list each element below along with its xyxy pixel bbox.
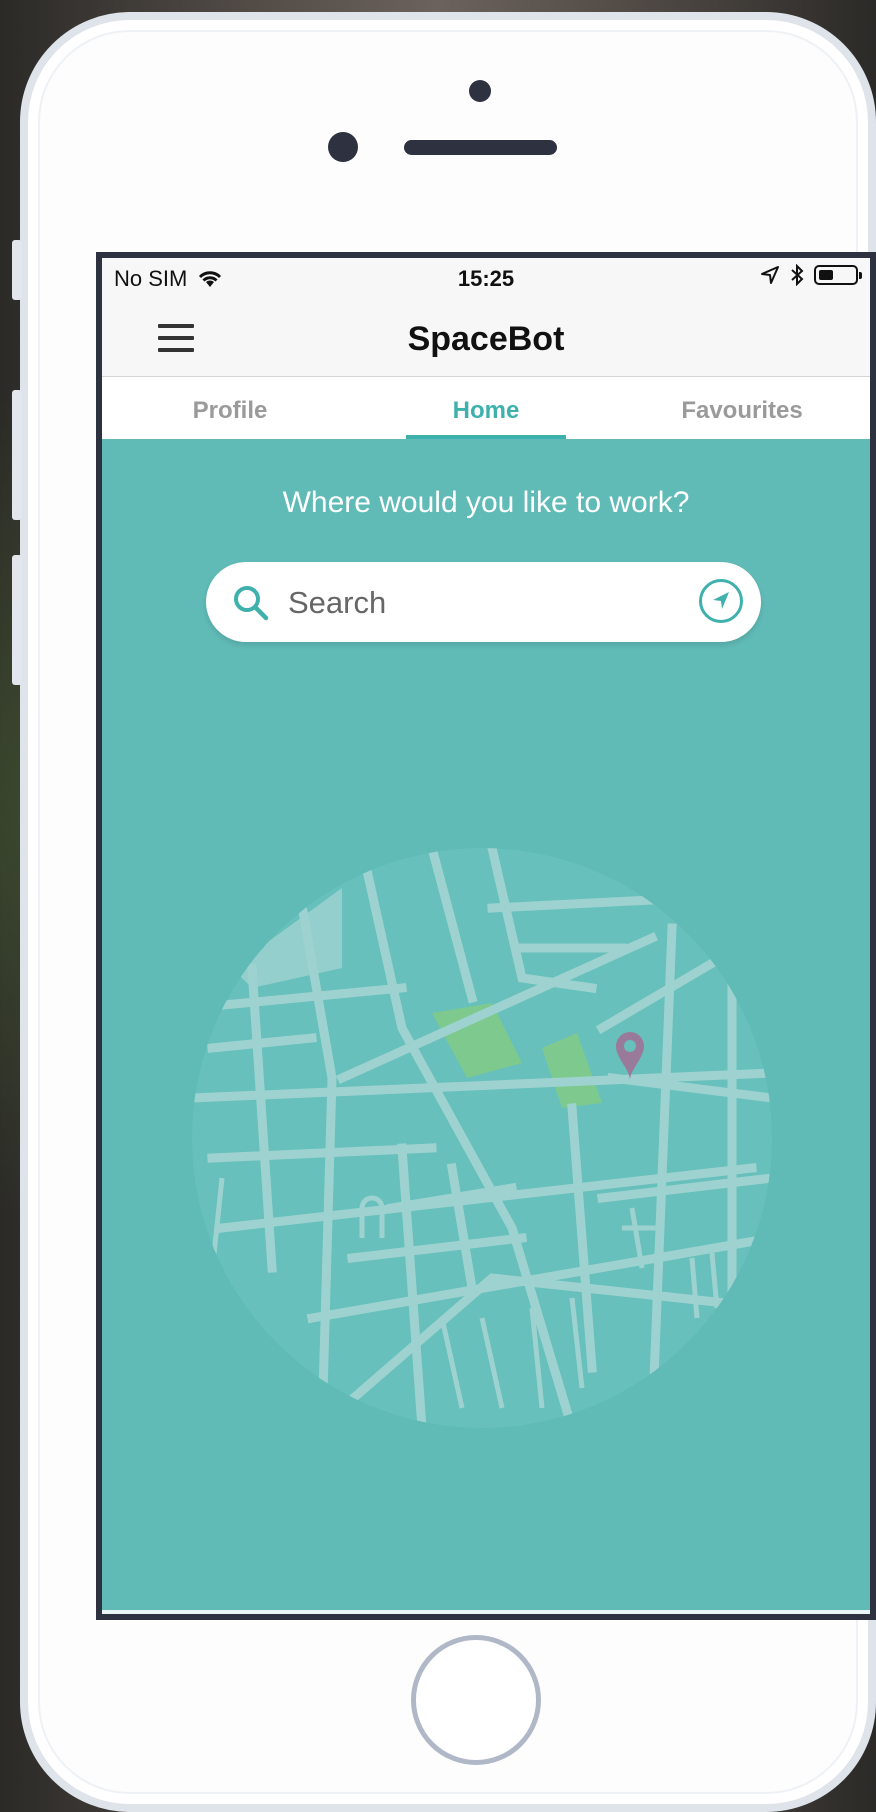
navigation-bar: SpaceBot: [102, 298, 870, 377]
front-camera: [328, 132, 358, 162]
mute-switch: [12, 240, 22, 300]
status-right: [760, 264, 862, 286]
proximity-sensor: [469, 80, 491, 102]
earpiece-speaker: [404, 140, 557, 155]
tab-favourites[interactable]: Favourites: [614, 377, 870, 439]
app-title: SpaceBot: [407, 320, 565, 358]
location-arrow-icon: [761, 266, 779, 284]
volume-down-button: [12, 555, 22, 685]
search-icon: [234, 586, 269, 621]
tab-bar: Profile Home Favourites: [102, 377, 870, 439]
search-input[interactable]: [286, 578, 670, 628]
status-time: 15:25: [457, 266, 515, 291]
search-bar[interactable]: [206, 562, 761, 642]
bluetooth-icon: [791, 264, 804, 286]
app-screen: No SIM 15:25 SpaceBot Profile Home Favou…: [96, 252, 876, 1620]
bottom-divider: [102, 1610, 870, 1614]
tab-profile[interactable]: Profile: [102, 377, 358, 439]
volume-up-button: [12, 390, 22, 520]
map-illustration: [192, 848, 772, 1428]
page-heading: Where would you like to work?: [282, 486, 690, 519]
tab-home[interactable]: Home: [358, 377, 614, 439]
home-button[interactable]: [411, 1635, 541, 1765]
battery-icon: [814, 265, 862, 285]
locate-icon[interactable]: [699, 579, 743, 623]
status-bar: No SIM 15:25: [102, 258, 870, 298]
phone-frame: No SIM 15:25 SpaceBot Profile Home Favou…: [20, 12, 876, 1812]
